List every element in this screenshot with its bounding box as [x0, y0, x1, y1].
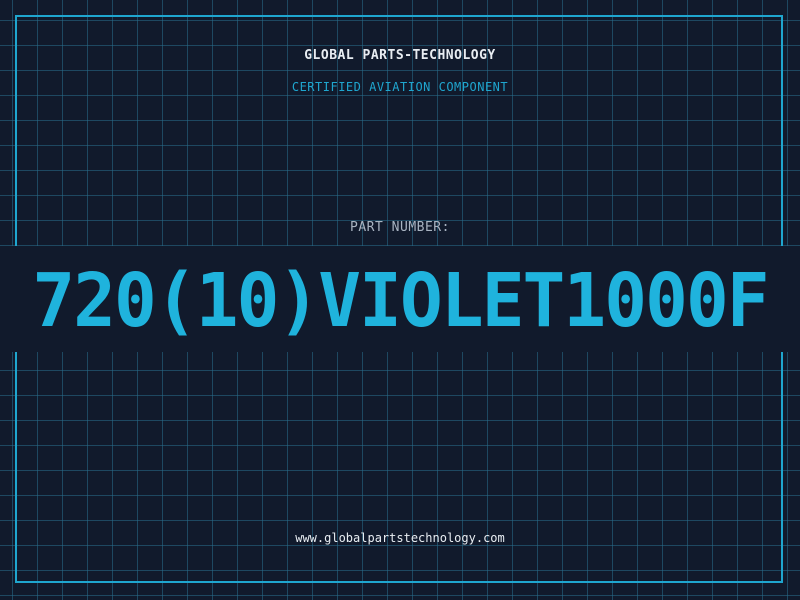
part-number-value: 720(10)VIOLET1000F: [32, 258, 769, 344]
brand-name: GLOBAL PARTS-TECHNOLOGY: [304, 48, 496, 63]
part-number-label: PART NUMBER:: [350, 220, 450, 235]
website-url: www.globalpartstechnology.com: [295, 531, 505, 545]
certification-subtitle: CERTIFIED AVIATION COMPONENT: [291, 80, 509, 94]
